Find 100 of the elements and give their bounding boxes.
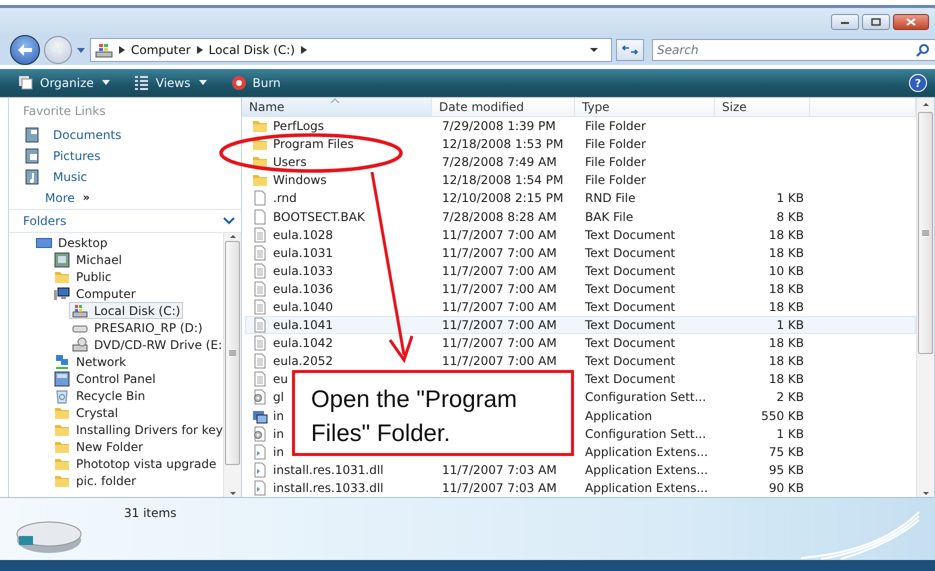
more-link[interactable]: More: [45, 190, 75, 204]
file-size: 18 KB: [768, 372, 804, 386]
favorite-link[interactable]: Documents: [53, 128, 122, 142]
toolbar-button[interactable]: Organize: [14, 73, 116, 93]
file-name: Program Files: [273, 137, 354, 152]
music-icon: [25, 168, 41, 184]
file-name: eula.1033: [273, 264, 334, 278]
scrollbar[interactable]: [916, 98, 934, 497]
favorite-link[interactable]: Pictures: [53, 148, 101, 162]
file-icon: [252, 208, 268, 225]
arrow-left-icon: [17, 43, 33, 57]
list-view-icon: [134, 75, 150, 91]
text-file-icon: [252, 317, 268, 334]
refresh-button[interactable]: [616, 39, 644, 61]
file-name: install.res.1031.dll: [273, 462, 384, 477]
file-name: eula.1040: [273, 300, 334, 314]
file-size: 95 KB: [768, 462, 804, 477]
tree-item[interactable]: Network: [51, 353, 130, 370]
tree-item[interactable]: Control Panel: [51, 370, 159, 387]
back-button[interactable]: [10, 35, 40, 65]
dll-file-icon: [252, 462, 268, 478]
search-field[interactable]: Search: [652, 39, 935, 61]
tree-item[interactable]: Public: [51, 268, 115, 285]
disc-icon: [230, 75, 246, 91]
date-modified: 11/7/2007 7:00 AM: [442, 246, 557, 260]
file-name: install.res.1033.dll: [273, 480, 384, 495]
network-icon: [54, 354, 70, 370]
optical-drive-icon: [72, 336, 88, 352]
arrow-right-icon: [51, 44, 65, 56]
date-modified: 11/7/2007 7:03 AM: [442, 480, 557, 495]
date-modified: 11/7/2007 7:00 AM: [442, 282, 557, 296]
file-name: .rnd: [273, 191, 297, 206]
grip-icon: [922, 230, 929, 236]
tree-item[interactable]: Phototop vista upgrade: [51, 455, 220, 472]
minimize-button[interactable]: [831, 14, 859, 30]
tree-item[interactable]: Computer: [51, 285, 139, 302]
file-size: 2 KB: [776, 390, 804, 404]
file-type: File Folder: [585, 119, 646, 134]
documents-icon: [25, 126, 41, 142]
tree-item[interactable]: Recycle Bin: [51, 387, 148, 404]
tree-item[interactable]: pic. folder: [51, 472, 140, 489]
column-header[interactable]: Type: [575, 98, 715, 116]
file-type: File Folder: [585, 137, 646, 152]
section-heading: Favorite Links: [23, 104, 107, 118]
file-type: Text Document: [585, 300, 676, 314]
file-type: Text Document: [585, 246, 676, 260]
file-type: File Folder: [585, 155, 646, 170]
toolbar-button[interactable]: Burn: [226, 73, 285, 93]
tree-item[interactable]: PRESARIO_RP (D:): [69, 319, 206, 336]
column-header[interactable]: Size: [715, 98, 810, 116]
file-type: Application Extens...: [585, 444, 708, 459]
tree-item[interactable]: Desktop: [33, 234, 110, 251]
dropdown-caret-icon: [589, 47, 599, 53]
breadcrumb-item[interactable]: Local Disk (C:): [208, 43, 295, 57]
column-header[interactable]: Date modified: [432, 98, 575, 116]
favorite-link[interactable]: Music: [53, 170, 88, 184]
grip-icon: [229, 350, 236, 356]
file-type: Text Document: [585, 336, 676, 350]
file-name: eula.1041: [273, 318, 334, 332]
file-name: in: [273, 426, 284, 441]
help-button[interactable]: ?: [909, 74, 927, 92]
scrollbar[interactable]: [223, 233, 241, 497]
file-size: 90 KB: [768, 480, 804, 495]
file-type: Configuration Sett...: [585, 426, 706, 441]
text-file-icon: [252, 371, 268, 388]
tree-item[interactable]: New Folder: [51, 438, 146, 455]
file-type: Application Extens...: [585, 480, 708, 495]
file-size: 18 KB: [768, 228, 804, 242]
file-type: Configuration Sett...: [585, 390, 706, 404]
date-modified: 7/29/2008 1:39 PM: [442, 119, 556, 134]
settings-file-icon: [252, 426, 268, 442]
file-name: BOOTSECT.BAK: [273, 210, 365, 224]
tree-item[interactable]: Local Disk (C:): [69, 302, 184, 319]
file-name: eu: [273, 372, 288, 386]
toolbar-button[interactable]: Views: [130, 73, 212, 93]
highlighted-row[interactable]: eula.1041 11/7/2007 7:00 AM Text Document 1 KB: [245, 316, 916, 334]
maximize-button[interactable]: [862, 14, 890, 30]
file-size: 18 KB: [768, 336, 804, 350]
date-modified: 7/28/2008 7:49 AM: [442, 155, 557, 170]
file-name: eula.1036: [273, 282, 334, 296]
file-type: Text Document: [585, 372, 676, 386]
pictures-icon: [25, 148, 41, 164]
address-bar[interactable]: Computer Local Disk (C:): [90, 38, 612, 62]
folders-heading[interactable]: Folders: [23, 214, 66, 228]
tree-item[interactable]: Crystal: [51, 404, 122, 421]
date-modified: 7/28/2008 8:28 AM: [442, 210, 557, 224]
tree-item[interactable]: DVD/CD-RW Drive (E:: [69, 336, 223, 353]
file-size: 18 KB: [768, 282, 804, 296]
chevron-down-icon[interactable]: [223, 217, 235, 225]
date-modified: 11/7/2007 7:00 AM: [442, 336, 557, 350]
breadcrumb-item[interactable]: Computer: [131, 43, 191, 57]
column-header[interactable]: Name: [242, 98, 432, 116]
tree-item[interactable]: Installing Drivers for key: [51, 421, 223, 438]
tree-item[interactable]: Michael: [51, 251, 125, 268]
date-modified: 11/7/2007 7:00 AM: [442, 264, 557, 278]
more-chevron[interactable]: »: [82, 191, 90, 204]
text-file-icon: [252, 280, 268, 297]
file-size: 18 KB: [768, 354, 804, 368]
date-modified: 11/7/2007 7:00 AM: [442, 300, 557, 314]
close-button[interactable]: [893, 14, 929, 30]
